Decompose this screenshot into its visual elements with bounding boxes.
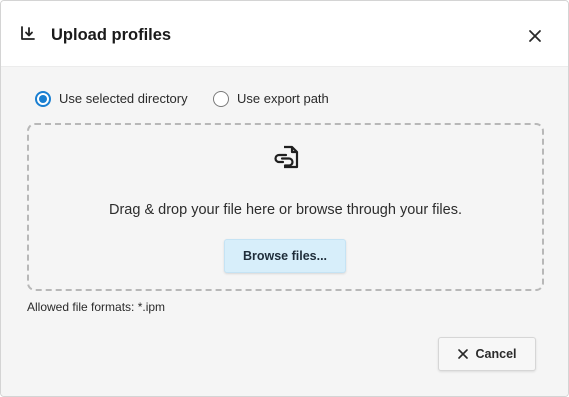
cancel-button[interactable]: Cancel xyxy=(438,337,536,371)
use-export-path-radio[interactable]: Use export path xyxy=(213,91,329,107)
radio-unchecked-indicator[interactable] xyxy=(213,91,229,107)
upload-download-icon xyxy=(19,25,37,45)
dialog-body: Use selected directory Use export path D… xyxy=(1,67,568,396)
radio-label: Use selected directory xyxy=(59,91,188,106)
use-selected-directory-radio[interactable]: Use selected directory xyxy=(35,91,188,107)
file-link-icon xyxy=(272,143,302,173)
close-icon xyxy=(529,30,541,42)
radio-checked-indicator[interactable] xyxy=(35,91,51,107)
allowed-formats-text: Allowed file formats: *.ipm xyxy=(27,300,166,314)
close-button[interactable] xyxy=(525,26,545,46)
dialog-header: Upload profiles xyxy=(1,1,568,67)
dialog-title: Upload profiles xyxy=(51,26,172,44)
browse-files-button[interactable]: Browse files... xyxy=(224,239,346,273)
file-dropzone[interactable]: Drag & drop your file here or browse thr… xyxy=(27,123,544,291)
cancel-label: Cancel xyxy=(475,347,517,361)
close-icon xyxy=(457,349,468,359)
upload-profiles-dialog: Upload profiles Use selected directory U… xyxy=(0,0,569,397)
dropzone-message: Drag & drop your file here or browse thr… xyxy=(108,202,462,218)
radio-label: Use export path xyxy=(237,91,329,106)
